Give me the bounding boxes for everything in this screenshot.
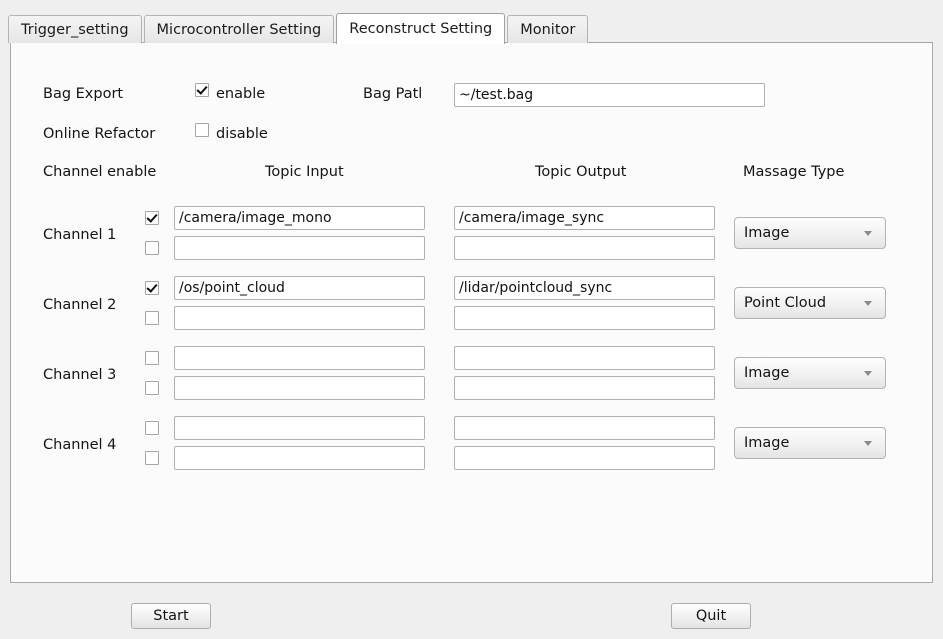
tab-4[interactable]: Monitor: [507, 15, 589, 43]
channel-2-row-2-topic-input[interactable]: [174, 306, 425, 330]
channel-label-2: Channel 2: [43, 297, 117, 313]
channel-2-message-type-value: Point Cloud: [744, 295, 827, 311]
channel-label-1: Channel 1: [43, 227, 117, 243]
channel-2-row-2-topic-output[interactable]: [454, 306, 715, 330]
header-message-type: Massage Type: [743, 164, 845, 180]
quit-button[interactable]: Quit: [671, 603, 751, 629]
tab-3[interactable]: Reconstruct Setting: [336, 13, 506, 44]
channel-3-row-2-topic-input[interactable]: [174, 376, 425, 400]
channel-3-row-2-enable-checkbox[interactable]: [145, 381, 159, 395]
tab-1[interactable]: Trigger_setting: [8, 15, 142, 43]
online-refactor-checkbox-label: disable: [216, 126, 268, 142]
channel-4-row-1-topic-output[interactable]: [454, 416, 715, 440]
chevron-down-icon: [864, 441, 872, 446]
channel-1-message-type-dropdown[interactable]: Image: [734, 217, 886, 249]
tab-bar: Trigger_setting Microcontroller Setting Re…: [8, 13, 590, 44]
channel-1-row-2-topic-input[interactable]: [174, 236, 425, 260]
channel-4-row-1-enable-checkbox[interactable]: [145, 421, 159, 435]
channel-3-row-1-topic-input[interactable]: [174, 346, 425, 370]
channel-4-row-2-topic-output[interactable]: [454, 446, 715, 470]
channel-4-message-type-dropdown[interactable]: Image: [734, 427, 886, 459]
reconstruct-setting-panel: Bag Export enable Bag Patl Online Refact…: [10, 42, 933, 583]
channel-3-message-type-dropdown[interactable]: Image: [734, 357, 886, 389]
chevron-down-icon: [864, 231, 872, 236]
header-topic-output: Topic Output: [535, 164, 627, 180]
channel-1-row-1-topic-output[interactable]: [454, 206, 715, 230]
channel-3-row-1-enable-checkbox[interactable]: [145, 351, 159, 365]
channel-3-message-type-value: Image: [744, 365, 790, 381]
online-refactor-checkbox[interactable]: [195, 123, 209, 137]
bag-export-checkbox-label: enable: [216, 86, 266, 102]
channel-2-row-1-topic-output[interactable]: [454, 276, 715, 300]
channel-4-row-2-enable-checkbox[interactable]: [145, 451, 159, 465]
channel-3-row-1-topic-output[interactable]: [454, 346, 715, 370]
channel-2-row-1-enable-checkbox[interactable]: [145, 281, 159, 295]
online-refactor-label: Online Refactor: [43, 126, 156, 142]
header-topic-input: Topic Input: [265, 164, 344, 180]
channel-2-row-1-topic-input[interactable]: [174, 276, 425, 300]
bag-export-checkbox[interactable]: [195, 83, 209, 97]
channel-2-row-2-enable-checkbox[interactable]: [145, 311, 159, 325]
channel-1-row-1-topic-input[interactable]: [174, 206, 425, 230]
chevron-down-icon: [864, 301, 872, 306]
bag-export-label: Bag Export: [43, 86, 124, 102]
header-channel-enable: Channel enable: [43, 164, 157, 180]
channel-1-message-type-value: Image: [744, 225, 790, 241]
channel-3-row-2-topic-output[interactable]: [454, 376, 715, 400]
chevron-down-icon: [864, 371, 872, 376]
bag-path-label: Bag Patl: [363, 86, 423, 102]
tab-2[interactable]: Microcontroller Setting: [143, 15, 335, 43]
channel-4-row-1-topic-input[interactable]: [174, 416, 425, 440]
channel-label-3: Channel 3: [43, 367, 117, 383]
channel-2-message-type-dropdown[interactable]: Point Cloud: [734, 287, 886, 319]
channel-1-row-2-enable-checkbox[interactable]: [145, 241, 159, 255]
bag-path-input[interactable]: [454, 83, 765, 107]
channel-4-row-2-topic-input[interactable]: [174, 446, 425, 470]
start-button[interactable]: Start: [131, 603, 211, 629]
channel-label-4: Channel 4: [43, 437, 117, 453]
channel-1-row-2-topic-output[interactable]: [454, 236, 715, 260]
channel-4-message-type-value: Image: [744, 435, 790, 451]
channel-1-row-1-enable-checkbox[interactable]: [145, 211, 159, 225]
